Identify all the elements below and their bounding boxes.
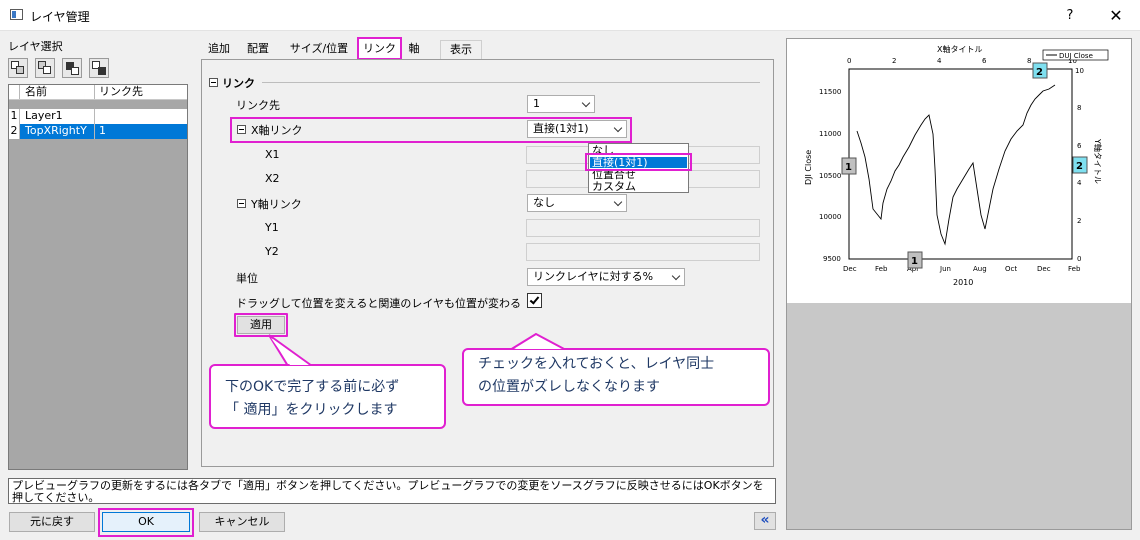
x-link-combo[interactable]: 直接(1対1) [527,120,627,138]
check-icon [529,294,540,305]
table-header: 名前 リンク先 [9,85,187,100]
chevron-down-icon [581,98,591,108]
tab-display[interactable]: 表示 [440,40,482,59]
bottom-tick: Feb [1068,265,1081,273]
collapse-link-section-icon[interactable] [209,78,218,87]
layer-tool-2-icon[interactable] [35,58,55,78]
window-title: レイヤ管理 [30,10,90,24]
y2-field[interactable] [526,243,760,261]
left-tick: 11500 [819,88,841,96]
svg-text:2: 2 [1076,161,1083,172]
help-button[interactable]: ? [1058,6,1082,26]
x1-label: X1 [265,148,280,161]
bottom-tick: Dec [1037,265,1051,273]
left-axis-title: DJI Close [804,150,813,185]
right-axis-title: Y軸タイトル [1093,138,1103,184]
right-tick: 10 [1075,67,1084,75]
apply-callout: 下のOKで完了する前に必ず 「 適用」をクリックします [209,364,446,429]
title-bar [0,0,1140,31]
window-icon [10,9,23,20]
right-tick: 4 [1077,179,1082,187]
collapse-x-link-icon[interactable] [237,125,246,134]
top-tick: 6 [982,57,987,65]
left-tick: 10000 [819,213,841,221]
dropdown-option-custom[interactable]: カスタム [590,181,687,192]
collapse-preview-icon[interactable]: « [754,512,776,530]
cancel-button[interactable]: キャンセル [199,512,285,532]
unit-combo[interactable]: リンクレイヤに対する% [527,268,685,286]
preview-graph: 0 2 4 6 8 10 X軸タイトル 11500 11000 10500 10… [804,44,1109,287]
layer-name: TopXRightY [20,124,95,139]
tab-add[interactable]: 追加 [201,40,237,59]
svg-text:1: 1 [911,256,918,267]
svg-text:2: 2 [1036,67,1043,78]
chevron-down-icon [671,271,681,281]
y2-label: Y2 [265,245,279,258]
table-row[interactable]: 1 Layer1 [9,109,187,124]
right-tick: 8 [1077,104,1081,112]
legend-label: DUJ Close [1059,52,1093,60]
svg-text:1: 1 [845,162,852,173]
tab-size-position[interactable]: サイズ/位置 [281,40,357,59]
left-tick: 10500 [819,172,841,180]
revert-button[interactable]: 元に戻す [9,512,95,532]
status-message: プレビューグラフの更新をするには各タブで「適用」ボタンを押してください。プレビュ… [8,478,776,504]
left-tick: 9500 [823,255,841,263]
top-tick: 2 [892,57,896,65]
preview-series-line [856,84,1056,246]
x-link-label: X軸リンク [251,124,303,137]
top-axis-title: X軸タイトル [937,44,982,54]
section-divider [262,82,760,83]
drag-sync-label: ドラッグして位置を変えると関連のレイヤも位置が変わる [236,297,522,310]
bottom-tick: Feb [875,265,888,273]
right-tick: 6 [1077,142,1082,150]
tab-arrange[interactable]: 配置 [240,40,276,59]
link-section-title: リンク [222,77,255,90]
layer-link: 1 [99,124,106,137]
table-row-selected[interactable]: 2 TopXRightY 1 [9,124,187,139]
top-tick: 4 [937,57,942,65]
top-tick: 0 [847,57,851,65]
tab-link[interactable]: リンク [357,37,402,60]
tab-axis[interactable]: 軸 [403,40,425,59]
column-header-name[interactable]: 名前 [20,85,95,99]
unit-label: 単位 [236,272,258,285]
column-header-link[interactable]: リンク先 [95,85,187,99]
bottom-tick: Aug [973,265,987,273]
chevron-down-icon [613,123,623,133]
x2-label: X2 [265,172,280,185]
y1-label: Y1 [265,221,279,234]
preview-panel: 0 2 4 6 8 10 X軸タイトル 11500 11000 10500 10… [786,38,1132,530]
layer-link [95,109,187,124]
layer-select-label: レイヤ選択 [8,40,63,53]
y-link-label: Y軸リンク [251,198,302,211]
layer-tool-1-icon[interactable] [8,58,28,78]
collapse-y-link-icon[interactable] [237,199,246,208]
y-link-combo[interactable]: なし [527,194,627,212]
chevron-down-icon [613,197,623,207]
dropdown-highlight [585,153,692,171]
drag-sync-checkbox[interactable] [527,293,542,308]
link-to-label: リンク先 [236,99,280,112]
close-icon[interactable]: ✕ [1103,5,1129,27]
y1-field[interactable] [526,219,760,237]
bottom-axis-title: 2010 [953,278,973,287]
link-to-combo[interactable]: 1 [527,95,595,113]
layer-tool-3-icon[interactable] [62,58,82,78]
left-tick: 11000 [819,130,841,138]
layer-tool-4-icon[interactable] [89,58,109,78]
ok-button[interactable]: OK [102,512,190,532]
checkbox-callout: チェックを入れておくと、レイヤ同士 の位置がズレしなくなります [462,348,770,406]
bottom-tick: Dec [843,265,857,273]
right-tick: 0 [1077,255,1081,263]
layer-table[interactable]: 名前 リンク先 1 Layer1 2 TopXRightY 1 [8,84,188,470]
top-tick: 8 [1027,57,1031,65]
bottom-tick: Jun [939,265,951,273]
bottom-tick: Oct [1005,265,1017,273]
layer-name: Layer1 [20,109,95,124]
right-tick: 2 [1077,217,1081,225]
